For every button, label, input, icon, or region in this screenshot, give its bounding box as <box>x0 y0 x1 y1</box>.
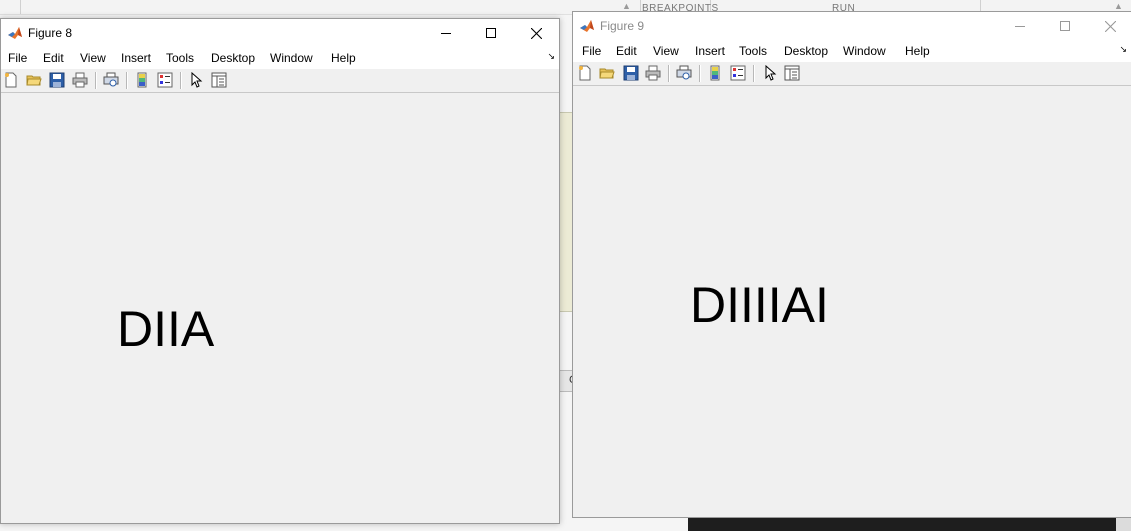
open-file-icon[interactable] <box>26 72 42 88</box>
menu-bar: File Edit View Insert Tools Desktop Wind… <box>1 47 559 69</box>
figure-toolbar <box>1 69 559 93</box>
menu-insert[interactable]: Insert <box>695 44 725 58</box>
figure-8-window[interactable]: Figure 8 File Edit View Insert Tools Des… <box>0 18 560 524</box>
dock-arrow-icon[interactable]: ↘ <box>547 51 555 62</box>
toolbar-separator <box>95 72 97 89</box>
minimize-icon <box>441 33 451 34</box>
panel-corner <box>1116 516 1131 531</box>
collapse-arrow-icon[interactable]: ▲ <box>622 1 631 11</box>
menu-view[interactable]: View <box>653 44 679 58</box>
menu-window[interactable]: Window <box>843 44 886 58</box>
new-figure-icon[interactable] <box>577 65 593 81</box>
toolbar-separator <box>126 72 128 89</box>
figure-text: DIIA <box>117 301 215 357</box>
menu-help[interactable]: Help <box>331 51 356 65</box>
open-file-icon[interactable] <box>599 65 615 81</box>
figure-9-window[interactable]: Figure 9 File Edit View Insert Tools Des… <box>572 11 1131 518</box>
figure-canvas[interactable]: DIIIIAI <box>573 86 1131 517</box>
minimize-button[interactable] <box>997 12 1043 40</box>
maximize-icon <box>486 28 496 38</box>
collapse-arrow-icon[interactable]: ▲ <box>1114 1 1123 11</box>
menu-desktop[interactable]: Desktop <box>784 44 828 58</box>
minimize-button[interactable] <box>423 19 469 47</box>
figure-canvas[interactable]: DIIA <box>1 93 559 523</box>
print-preview-icon[interactable] <box>103 72 119 88</box>
menu-desktop[interactable]: Desktop <box>211 51 255 65</box>
edit-plot-icon[interactable] <box>188 72 204 88</box>
maximize-button[interactable] <box>1042 12 1088 40</box>
close-icon <box>530 27 542 39</box>
editor-panel-strip <box>559 112 573 312</box>
property-inspector-icon[interactable] <box>211 72 227 88</box>
figure-toolbar <box>573 62 1131 86</box>
menu-edit[interactable]: Edit <box>616 44 637 58</box>
window-title: Figure 9 <box>600 19 645 33</box>
new-figure-icon[interactable] <box>3 72 19 88</box>
toolstrip-separator <box>20 0 21 14</box>
close-button[interactable] <box>513 19 559 47</box>
menu-edit[interactable]: Edit <box>43 51 64 65</box>
toolbar-separator <box>699 65 701 82</box>
matlab-logo-icon <box>8 27 22 39</box>
edit-plot-icon[interactable] <box>762 65 778 81</box>
matlab-logo-icon <box>580 20 594 32</box>
menu-bar: File Edit View Insert Tools Desktop Wind… <box>573 40 1131 62</box>
menu-insert[interactable]: Insert <box>121 51 151 65</box>
figure-text: DIIIIAI <box>690 277 829 333</box>
close-button[interactable] <box>1087 12 1131 40</box>
toolbar-separator <box>753 65 755 82</box>
dark-panel <box>688 516 1116 531</box>
insert-legend-icon[interactable] <box>157 72 173 88</box>
menu-tools[interactable]: Tools <box>739 44 767 58</box>
menu-tools[interactable]: Tools <box>166 51 194 65</box>
close-icon <box>1104 20 1116 32</box>
insert-legend-icon[interactable] <box>730 65 746 81</box>
menu-window[interactable]: Window <box>270 51 313 65</box>
maximize-icon <box>1060 21 1070 31</box>
title-bar[interactable]: Figure 8 <box>1 19 559 47</box>
toolbar-separator <box>180 72 182 89</box>
save-icon[interactable] <box>623 65 639 81</box>
print-icon[interactable] <box>72 72 88 88</box>
save-icon[interactable] <box>49 72 65 88</box>
menu-file[interactable]: File <box>8 51 27 65</box>
minimize-icon <box>1015 26 1025 27</box>
maximize-button[interactable] <box>468 19 514 47</box>
print-icon[interactable] <box>645 65 661 81</box>
title-bar[interactable]: Figure 9 <box>573 12 1131 40</box>
menu-view[interactable]: View <box>80 51 106 65</box>
command-window-header: C <box>559 370 573 392</box>
menu-help[interactable]: Help <box>905 44 930 58</box>
dock-arrow-icon[interactable]: ↘ <box>1119 44 1127 55</box>
window-title: Figure 8 <box>28 26 73 40</box>
menu-file[interactable]: File <box>582 44 601 58</box>
print-preview-icon[interactable] <box>676 65 692 81</box>
toolbar-separator <box>668 65 670 82</box>
property-inspector-icon[interactable] <box>784 65 800 81</box>
insert-colorbar-icon[interactable] <box>707 65 723 81</box>
insert-colorbar-icon[interactable] <box>134 72 150 88</box>
